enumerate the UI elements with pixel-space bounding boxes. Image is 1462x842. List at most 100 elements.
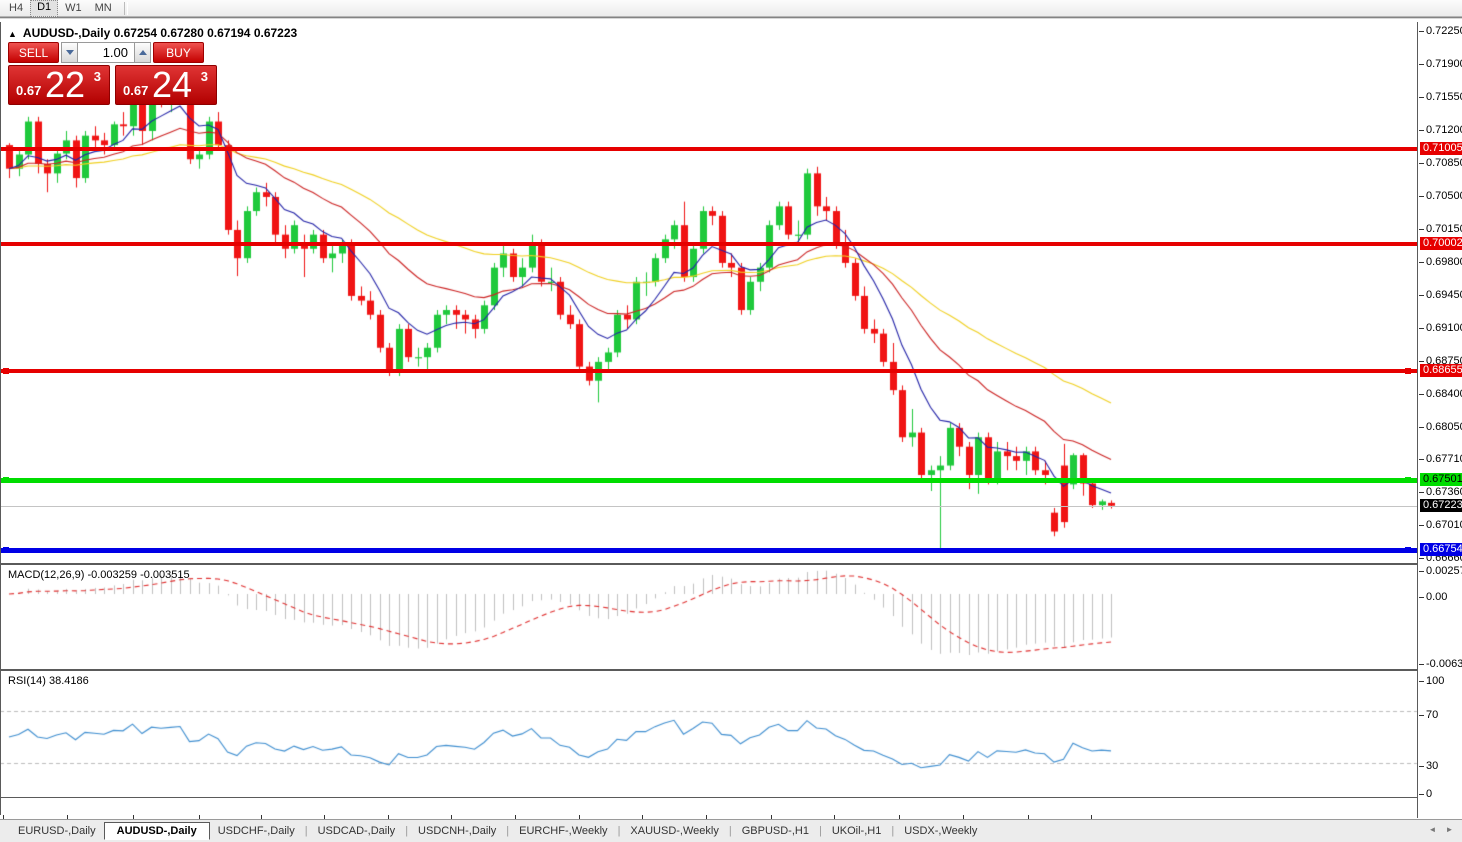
price-axis-label: 0.70850	[1426, 157, 1462, 169]
macd-axis-label: 0.00	[1426, 591, 1447, 603]
open-value: 0.67254	[114, 26, 157, 40]
buy-price-tile[interactable]: 0.67 24 3	[115, 65, 217, 105]
price-axis-label: 0.69800	[1426, 256, 1462, 268]
horizontal-level-line-0.71005[interactable]	[0, 147, 1417, 151]
chart-ohlc-title: ▲ AUDUSD-,Daily 0.67254 0.67280 0.67194 0…	[8, 26, 297, 40]
price-axis-label: 0.69100	[1426, 322, 1462, 334]
price-axis-label: 0.71900	[1426, 58, 1462, 70]
timeframe-button-D1[interactable]: D1	[30, 0, 58, 17]
collapse-chart-icon[interactable]: ▲	[8, 29, 17, 39]
chart-tab-bar: EURUSD-,DailyAUDUSD-,DailyUSDCHF-,Daily|…	[0, 819, 1462, 842]
toolbar-separator	[124, 2, 128, 15]
macd-axis-label: -0.006326	[1426, 658, 1462, 670]
rsi-axis-label: 0	[1426, 788, 1432, 800]
symbol-period-label: AUDUSD-,Daily	[23, 26, 110, 40]
level-marker[interactable]	[3, 368, 9, 374]
tab-scroll-buttons: ◄ ►	[1424, 822, 1458, 838]
rsi-axis-label: 30	[1426, 760, 1438, 772]
chart-tab-xauusd-weekly[interactable]: XAUUSD-,Weekly	[622, 823, 726, 839]
macd-indicator-label: MACD(12,26,9) -0.003259 -0.003515	[8, 569, 190, 581]
price-chart-canvas[interactable]	[0, 19, 1418, 819]
price-level-badge: 0.68655	[1420, 364, 1462, 377]
high-value: 0.67280	[160, 26, 203, 40]
level-marker[interactable]	[3, 547, 9, 553]
tab-separator: |	[303, 825, 310, 837]
horizontal-level-line-0.66754[interactable]	[0, 548, 1417, 553]
tab-separator: |	[889, 825, 896, 837]
price-axis-label: 0.72250	[1426, 25, 1462, 37]
timeframe-toolbar: H4D1W1MN	[0, 0, 1462, 17]
horizontal-level-line-0.67501[interactable]	[0, 478, 1417, 483]
timeframe-button-W1[interactable]: W1	[59, 1, 88, 16]
macd-panel-divider[interactable]	[0, 563, 1462, 565]
chart-tab-ukoil-h1[interactable]: UKOil-,H1	[824, 823, 890, 839]
price-axis-label: 0.71200	[1426, 124, 1462, 136]
tab-separator: |	[727, 825, 734, 837]
price-axis-label: 0.68050	[1426, 421, 1462, 433]
current-price-badge: 0.67223	[1420, 499, 1462, 512]
price-axis-label: 0.70150	[1426, 223, 1462, 235]
tab-scroll-right-icon[interactable]: ►	[1441, 822, 1458, 838]
chart-tab-eurchf-weekly[interactable]: EURCHF-,Weekly	[511, 823, 615, 839]
level-marker[interactable]	[1405, 477, 1411, 483]
buy-price-prefix: 0.67	[123, 83, 148, 98]
low-value: 0.67194	[207, 26, 250, 40]
chart-tab-audusd-daily[interactable]: AUDUSD-,Daily	[104, 822, 210, 840]
chart-tab-gbpusd-h1[interactable]: GBPUSD-,H1	[734, 823, 817, 839]
triangle-up-icon	[139, 50, 147, 55]
level-marker[interactable]	[1405, 547, 1411, 553]
chart-left-border	[0, 22, 1, 818]
volume-input[interactable]	[78, 42, 134, 63]
price-level-badge: 0.67501	[1420, 473, 1462, 486]
timeframe-button-MN[interactable]: MN	[89, 1, 118, 16]
tab-separator: |	[817, 825, 824, 837]
price-axis-label: 0.68400	[1426, 388, 1462, 400]
tab-separator: |	[504, 825, 511, 837]
triangle-down-icon	[66, 50, 74, 55]
sell-price-tile[interactable]: 0.67 22 3	[8, 65, 110, 105]
buy-button[interactable]: BUY	[153, 42, 204, 63]
mt4-window: H4D1W1MN ▲ AUDUSD-,Daily 0.67254 0.67280 …	[0, 0, 1462, 842]
price-axis-label: 0.67360	[1426, 486, 1462, 498]
sell-price-pip: 3	[94, 69, 101, 84]
horizontal-level-line-0.68655[interactable]	[0, 369, 1417, 373]
chart-tab-usdx-weekly[interactable]: USDX-,Weekly	[896, 823, 985, 839]
buy-price-pip: 3	[201, 69, 208, 84]
chart-tab-usdchf-daily[interactable]: USDCHF-,Daily	[210, 823, 303, 839]
sell-price-big: 22	[45, 64, 85, 106]
rsi-panel-divider[interactable]	[0, 669, 1462, 671]
date-axis-divider	[0, 797, 1462, 798]
tab-scroll-left-icon[interactable]: ◄	[1424, 822, 1441, 838]
tab-separator: |	[403, 825, 410, 837]
sell-button[interactable]: SELL	[8, 42, 59, 63]
price-axis-label: 0.67710	[1426, 453, 1462, 465]
tab-separator: |	[616, 825, 623, 837]
level-marker[interactable]	[3, 477, 9, 483]
current-price-line	[0, 506, 1417, 507]
price-level-badge: 0.70002	[1420, 237, 1462, 250]
chart-tab-usdcad-daily[interactable]: USDCAD-,Daily	[310, 823, 404, 839]
price-axis-label: 0.70500	[1426, 190, 1462, 202]
chart-window: ▲ AUDUSD-,Daily 0.67254 0.67280 0.67194 0…	[0, 17, 1462, 821]
close-value: 0.67223	[254, 26, 297, 40]
price-axis: 0.72250 0.71900 0.71550 0.71200 0.70850 0.705…	[1418, 22, 1462, 818]
horizontal-level-line-0.70002[interactable]	[0, 242, 1417, 246]
price-axis-label: 0.69450	[1426, 289, 1462, 301]
price-level-badge: 0.66754	[1420, 543, 1462, 556]
volume-decrease-button[interactable]	[61, 42, 78, 63]
sell-price-prefix: 0.67	[16, 83, 41, 98]
rsi-indicator-label: RSI(14) 38.4186	[8, 675, 89, 687]
timeframe-button-H4[interactable]: H4	[3, 1, 29, 16]
one-click-trading-panel: SELL BUY 0.67 22 3 0.67 24 3	[8, 42, 219, 105]
rsi-axis-label: 100	[1426, 675, 1444, 687]
price-axis-label: 0.67010	[1426, 519, 1462, 531]
macd-axis-label: 0.002574	[1426, 565, 1462, 577]
price-axis-label: 0.71550	[1426, 91, 1462, 103]
rsi-axis-label: 70	[1426, 709, 1438, 721]
price-level-badge: 0.71005	[1420, 142, 1462, 155]
buy-price-big: 24	[152, 64, 192, 106]
chart-tab-usdcnh-daily[interactable]: USDCNH-,Daily	[410, 823, 504, 839]
chart-tab-eurusd-daily[interactable]: EURUSD-,Daily	[10, 823, 104, 839]
level-marker[interactable]	[1405, 368, 1411, 374]
volume-increase-button[interactable]	[134, 42, 151, 63]
